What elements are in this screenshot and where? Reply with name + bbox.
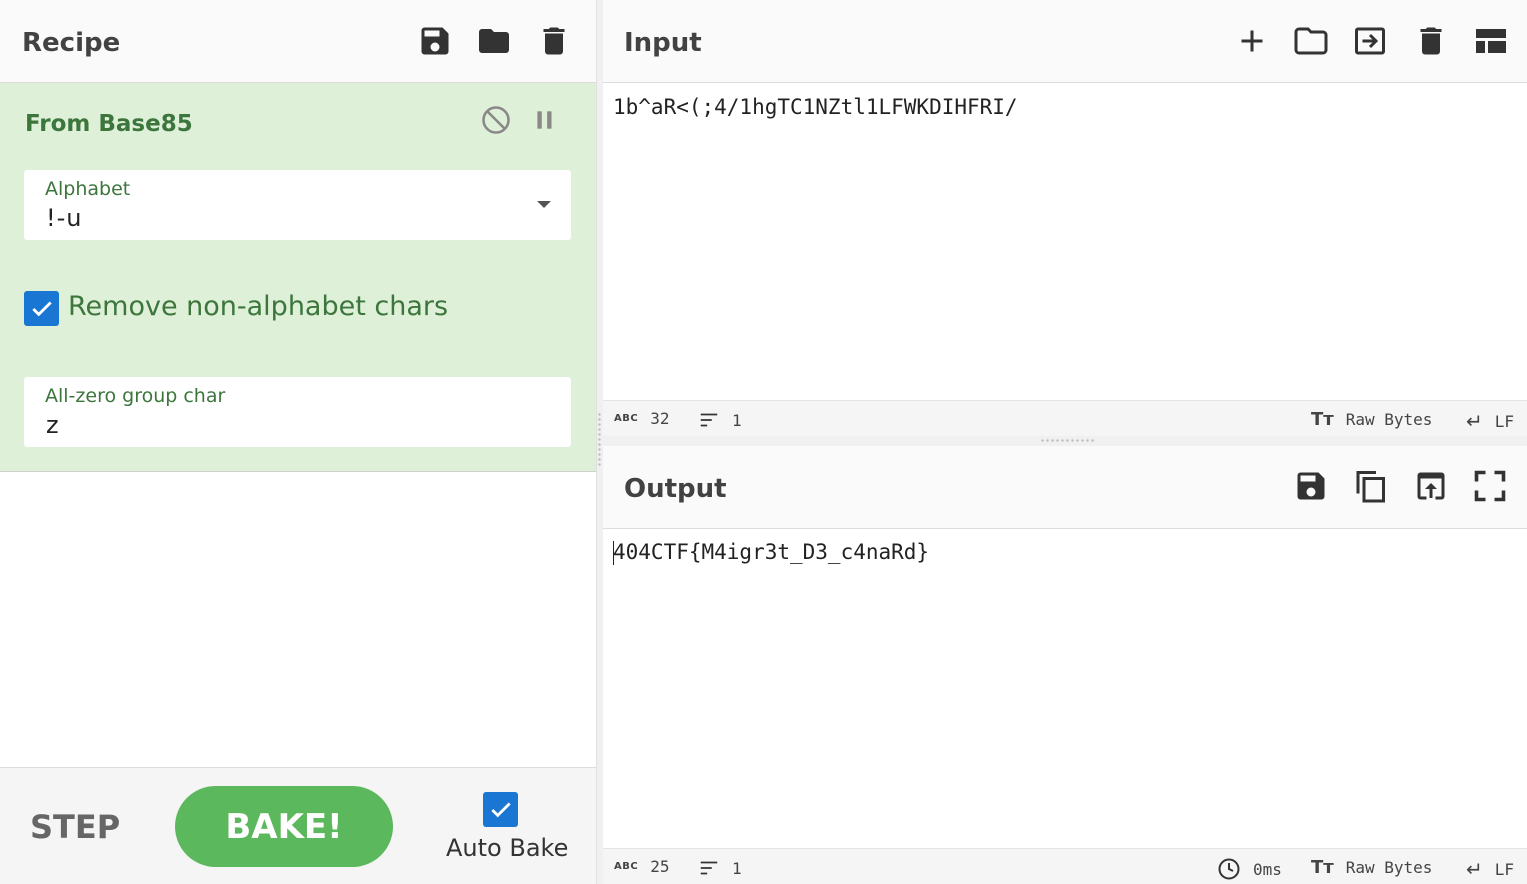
text-format-icon: Tт <box>1311 409 1334 430</box>
pause-breakpoint-icon[interactable] <box>527 102 563 138</box>
bake-controls: STEP BAKE! Auto Bake <box>0 767 596 884</box>
output-time-stat: 0ms <box>1217 857 1282 881</box>
abc-icon: ABC <box>614 861 639 872</box>
operation-title: From Base85 <box>25 111 193 137</box>
input-lines: 1 <box>732 410 742 430</box>
input-encoding[interactable]: Tт Raw Bytes <box>1311 409 1432 430</box>
auto-bake-checkbox[interactable] <box>483 792 518 827</box>
input-lines-stat: 1 <box>698 409 742 431</box>
input-title: Input <box>624 28 702 58</box>
open-file-input-icon[interactable] <box>1350 21 1390 61</box>
save-recipe-icon[interactable] <box>415 21 455 61</box>
copy-output-icon[interactable] <box>1350 466 1390 506</box>
recipe-panel: Recipe From Base85 Alphabet !-u Remove n… <box>0 0 596 884</box>
output-status-bar: ABC 25 1 0ms Tт Raw Bytes ↵ LF <box>603 848 1527 884</box>
input-length-stat: ABC 32 <box>614 409 669 428</box>
cyberchef-app: Recipe From Base85 Alphabet !-u Remove n… <box>0 0 1527 884</box>
add-tab-plus-icon[interactable] <box>1232 21 1272 61</box>
step-button[interactable]: STEP <box>30 808 120 846</box>
output-textarea[interactable]: 404CTF{M4igr3t_D3_c4naRd} <box>613 540 929 565</box>
output-eol[interactable]: ↵ LF <box>1466 857 1514 881</box>
disable-operation-icon[interactable] <box>478 102 514 138</box>
load-recipe-folder-icon[interactable] <box>474 21 514 61</box>
bake-button[interactable]: BAKE! <box>175 786 393 867</box>
replace-input-icon[interactable] <box>1411 466 1451 506</box>
output-length: 25 <box>650 857 670 876</box>
output-title: Output <box>624 474 727 504</box>
lines-icon <box>700 413 718 427</box>
clock-icon <box>1218 858 1240 880</box>
splitter-grip-icon[interactable] <box>1040 439 1096 442</box>
output-panel: Output 404CTF{M4igr3t_D3_c4naRd} ABC 25 <box>603 446 1527 884</box>
input-panel: Input 1b^aR<(;4/1hgTC1NZtl1LFWKDIHFRI/ A… <box>603 0 1527 436</box>
output-encoding-label: Raw Bytes <box>1345 858 1433 877</box>
zero-group-char-label: All-zero group char <box>45 385 226 407</box>
checkmark-icon <box>490 802 511 817</box>
output-eol-label: LF <box>1494 859 1515 879</box>
operation-from-base85: From Base85 Alphabet !-u Remove non-alph… <box>0 83 596 472</box>
return-arrow-icon: ↵ <box>1466 409 1483 433</box>
chevron-down-icon[interactable] <box>537 201 551 208</box>
checkmark-icon <box>31 301 52 316</box>
output-time: 0ms <box>1253 859 1282 879</box>
alphabet-label: Alphabet <box>45 178 131 200</box>
recipe-title: Recipe <box>22 28 121 58</box>
lines-icon <box>700 861 718 875</box>
remove-nonalpha-label: Remove non-alphabet chars <box>68 291 449 322</box>
input-status-bar: ABC 32 1 Tт Raw Bytes ↵ LF <box>603 400 1527 436</box>
alphabet-select[interactable]: Alphabet !-u <box>24 170 571 240</box>
recipe-header: Recipe <box>0 0 596 83</box>
maximise-output-icon[interactable] <box>1470 466 1510 506</box>
input-header: Input <box>603 0 1527 83</box>
zero-group-char-field[interactable]: All-zero group char z <box>24 377 571 447</box>
clear-input-trash-icon[interactable] <box>1411 21 1451 61</box>
text-format-icon: Tт <box>1311 857 1334 878</box>
abc-icon: ABC <box>614 413 639 424</box>
output-text: 404CTF{M4igr3t_D3_c4naRd} <box>613 540 930 564</box>
output-header: Output <box>603 446 1527 529</box>
input-textarea[interactable]: 1b^aR<(;4/1hgTC1NZtl1LFWKDIHFRI/ <box>613 95 1018 119</box>
return-arrow-icon: ↵ <box>1466 857 1483 881</box>
clear-recipe-trash-icon[interactable] <box>534 21 574 61</box>
resize-grip-icon[interactable] <box>598 412 601 468</box>
auto-bake-label: Auto Bake <box>446 834 569 862</box>
output-lines: 1 <box>732 858 742 878</box>
alphabet-value: !-u <box>46 204 83 232</box>
output-encoding[interactable]: Tт Raw Bytes <box>1311 857 1432 878</box>
zero-group-char-value: z <box>46 411 60 439</box>
output-lines-stat: 1 <box>698 857 742 879</box>
open-folder-icon[interactable] <box>1291 21 1331 61</box>
save-output-icon[interactable] <box>1291 466 1331 506</box>
input-encoding-label: Raw Bytes <box>1345 410 1433 429</box>
reset-layout-icon[interactable] <box>1471 21 1511 61</box>
input-eol[interactable]: ↵ LF <box>1466 409 1514 433</box>
input-length: 32 <box>650 409 670 428</box>
output-length-stat: ABC 25 <box>614 857 669 876</box>
remove-nonalpha-checkbox[interactable] <box>24 291 59 326</box>
input-eol-label: LF <box>1494 411 1515 431</box>
